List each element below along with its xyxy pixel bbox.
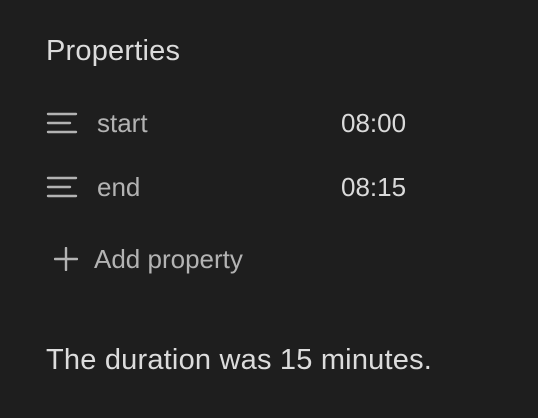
text-lines-icon[interactable] bbox=[46, 173, 78, 201]
add-property-label: Add property bbox=[94, 244, 243, 274]
property-value[interactable]: 08:00 bbox=[341, 106, 406, 140]
property-row-start[interactable]: start 08:00 bbox=[40, 97, 500, 149]
property-key[interactable]: end bbox=[97, 170, 140, 204]
property-value[interactable]: 08:15 bbox=[341, 170, 406, 204]
plus-icon bbox=[53, 246, 79, 272]
properties-heading: Properties bbox=[46, 35, 181, 67]
property-row-end[interactable]: end 08:15 bbox=[40, 161, 500, 213]
note-body-text: The duration was 15 minutes. bbox=[46, 344, 433, 376]
text-lines-icon[interactable] bbox=[46, 109, 78, 137]
add-property-button[interactable]: Add property bbox=[46, 236, 306, 284]
property-key[interactable]: start bbox=[97, 106, 148, 140]
